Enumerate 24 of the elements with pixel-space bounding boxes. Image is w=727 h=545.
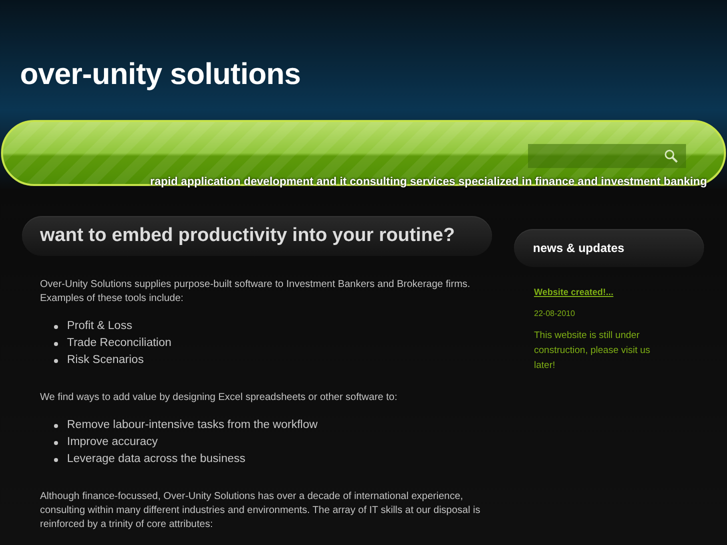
list-item: Trade Reconciliation <box>67 336 172 351</box>
bullet-icon <box>54 440 58 444</box>
search-field[interactable] <box>528 144 686 168</box>
search-icon[interactable] <box>664 149 678 163</box>
news-text: This website is still under construction, please visit us later! <box>534 329 652 373</box>
list-item: Improve accuracy <box>67 435 158 450</box>
main-heading: want to embed productivity into your routine? <box>40 225 455 247</box>
paragraph: We find ways to add value by designing Excel spreadsheets or other software to: <box>40 391 398 405</box>
list-item: Risk Scenarios <box>67 353 144 368</box>
news-date: 22-08-2010 <box>534 309 576 318</box>
bullet-icon <box>54 324 58 328</box>
bullet-icon <box>54 458 58 462</box>
bullet-icon <box>54 342 58 346</box>
list-item: Remove labour-intensive tasks from the workflow <box>67 418 318 433</box>
list-item: Leverage data across the business <box>67 452 246 467</box>
site-title: over-unity solutions <box>19 57 302 93</box>
bullet-icon <box>54 424 58 428</box>
paragraph: Over-Unity Solutions supplies purpose-built software to Investment Bankers and Brokerage firms. Examples of these tools include: <box>40 278 472 306</box>
news-title-link[interactable]: Website created!... <box>534 287 614 297</box>
sidebar-heading: news & updates <box>533 241 624 255</box>
tagline: rapid application development and it consulting services specialized in finance and investment banking <box>150 176 707 188</box>
bullet-icon <box>54 358 58 362</box>
list-item: Profit & Loss <box>67 319 132 334</box>
paragraph: Although finance-focussed, Over-Unity Solutions has over a decade of international experience, consulting within many different industries and environments. The array of IT skills at our disposal is reinforced by a trinity of core attributes: <box>40 490 482 532</box>
